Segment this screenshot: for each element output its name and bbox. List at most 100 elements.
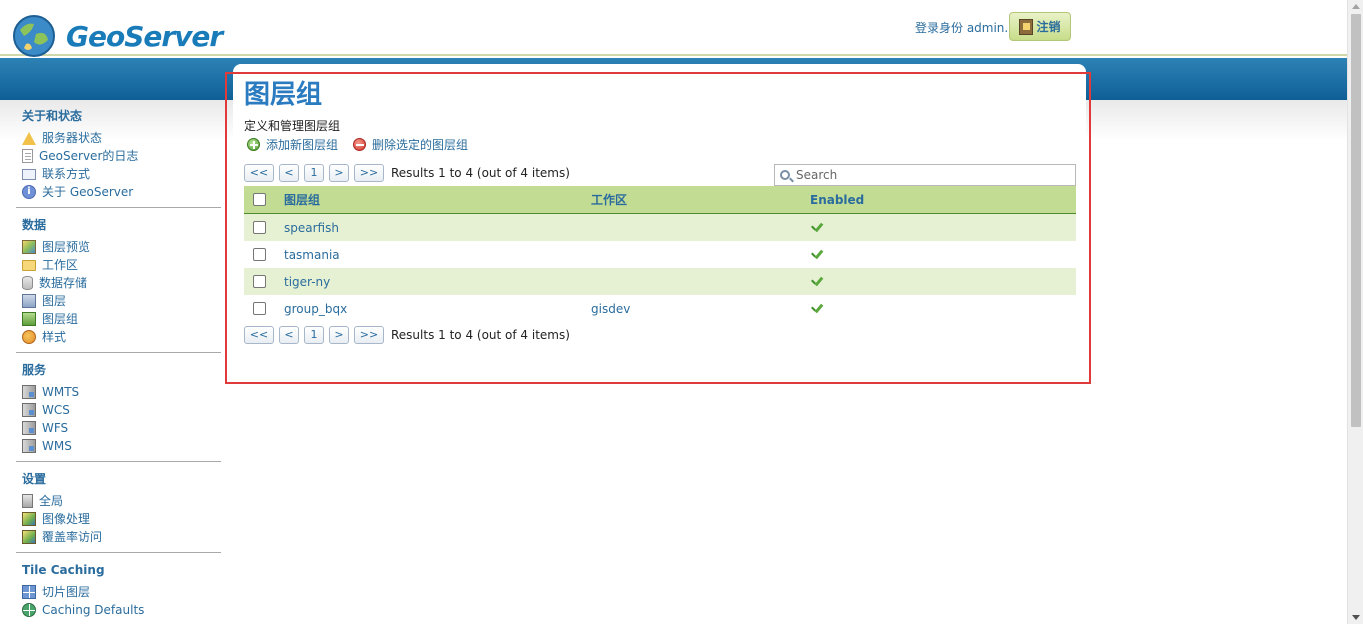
contact-card-icon bbox=[22, 168, 36, 180]
sidebar-item-workspaces[interactable]: 工作区 bbox=[22, 256, 221, 274]
sidebar-item-server-status[interactable]: 服务器状态 bbox=[22, 129, 221, 147]
last-page-button[interactable]: >> bbox=[354, 326, 384, 344]
remove-layer-groups-link[interactable]: 删除选定的图层组 bbox=[353, 136, 468, 153]
sidebar-item-wms[interactable]: WMS bbox=[22, 437, 221, 455]
vertical-scrollbar[interactable] bbox=[1347, 0, 1363, 624]
enabled-cell bbox=[810, 248, 1076, 262]
sidebar-item-label: WMTS bbox=[42, 385, 80, 399]
sidebar-item-image-processing[interactable]: 图像处理 bbox=[22, 510, 221, 528]
sidebar-heading: 数据 bbox=[22, 218, 47, 232]
column-header-enabled[interactable]: Enabled bbox=[810, 193, 1076, 207]
sidebar-item-tile-layers[interactable]: 切片图层 bbox=[22, 583, 221, 601]
warning-icon bbox=[22, 131, 36, 145]
next-page-button[interactable]: > bbox=[329, 164, 349, 182]
row-checkbox[interactable] bbox=[253, 221, 266, 234]
sidebar-item-label: 服务器状态 bbox=[42, 131, 103, 145]
search-box bbox=[774, 164, 1076, 186]
column-header-layer-group[interactable]: 图层组 bbox=[284, 191, 591, 208]
row-select-cell bbox=[244, 221, 284, 234]
sidebar-item-label: WCS bbox=[42, 403, 70, 417]
table-row: group_bqx gisdev bbox=[244, 295, 1076, 322]
logout-button[interactable]: 注销 bbox=[1009, 12, 1071, 41]
page-1-button[interactable]: 1 bbox=[304, 326, 324, 344]
login-status: 登录身份 admin. bbox=[915, 21, 1009, 35]
scroll-thumb[interactable] bbox=[1351, 14, 1361, 427]
sidebar-item-layer-preview[interactable]: 图层预览 bbox=[22, 238, 221, 256]
tile-grid-icon bbox=[22, 585, 36, 599]
sidebar-heading: 关于和状态 bbox=[22, 109, 83, 123]
next-page-button[interactable]: > bbox=[329, 326, 349, 344]
enabled-cell bbox=[810, 221, 1076, 235]
layer-group-name-link[interactable]: group_bqx bbox=[284, 302, 591, 316]
sidebar-group-about: 关于和状态 服务器状态 GeoServer的日志 联系方式 i 关于 GeoSer… bbox=[16, 107, 221, 208]
logout-door-icon bbox=[1019, 18, 1034, 35]
sidebar-item-logs[interactable]: GeoServer的日志 bbox=[22, 147, 221, 165]
first-page-button[interactable]: << bbox=[244, 326, 274, 344]
sidebar: 关于和状态 服务器状态 GeoServer的日志 联系方式 i 关于 GeoSer… bbox=[16, 107, 221, 624]
image-processing-icon bbox=[22, 512, 36, 526]
sidebar-item-wcs[interactable]: WCS bbox=[22, 401, 221, 419]
column-header-workspace[interactable]: 工作区 bbox=[591, 191, 810, 208]
style-palette-icon bbox=[22, 330, 36, 344]
database-icon bbox=[22, 276, 33, 290]
sidebar-heading: 服务 bbox=[22, 363, 47, 377]
sidebar-item-contact[interactable]: 联系方式 bbox=[22, 165, 221, 183]
map-preview-icon bbox=[22, 240, 36, 254]
last-page-button[interactable]: >> bbox=[354, 164, 384, 182]
sidebar-item-styles[interactable]: 样式 bbox=[22, 328, 221, 346]
sidebar-item-wmts[interactable]: WMTS bbox=[22, 383, 221, 401]
global-settings-icon bbox=[22, 494, 33, 508]
sidebar-item-label: 图层预览 bbox=[42, 240, 91, 254]
add-layer-group-label: 添加新图层组 bbox=[266, 138, 339, 152]
logout-label: 注销 bbox=[1036, 20, 1061, 34]
sidebar-group-settings: 设置 全局 图像处理 覆盖率访问 bbox=[16, 470, 221, 553]
add-layer-group-link[interactable]: 添加新图层组 bbox=[247, 136, 338, 153]
sidebar-item-layer-groups[interactable]: 图层组 bbox=[22, 310, 221, 328]
enabled-cell bbox=[810, 275, 1076, 289]
remove-layer-groups-label: 删除选定的图层组 bbox=[372, 138, 469, 152]
sidebar-item-coverage-access[interactable]: 覆盖率访问 bbox=[22, 528, 221, 546]
workspace-link[interactable]: gisdev bbox=[591, 302, 810, 316]
scroll-down-arrow-icon[interactable] bbox=[1352, 615, 1360, 620]
sidebar-item-label: 全局 bbox=[39, 494, 64, 508]
sidebar-item-caching-defaults[interactable]: Caching Defaults bbox=[22, 601, 221, 619]
row-checkbox[interactable] bbox=[253, 248, 266, 261]
table-row: tasmania bbox=[244, 241, 1076, 268]
select-all-checkbox[interactable] bbox=[253, 193, 266, 206]
sidebar-item-stores[interactable]: 数据存储 bbox=[22, 274, 221, 292]
sidebar-item-label: 图层组 bbox=[42, 312, 79, 326]
sidebar-item-wfs[interactable]: WFS bbox=[22, 419, 221, 437]
page-1-button[interactable]: 1 bbox=[304, 164, 324, 182]
enabled-cell bbox=[810, 302, 1076, 316]
layer-group-name-link[interactable]: tiger-ny bbox=[284, 275, 591, 289]
layer-group-name-link[interactable]: spearfish bbox=[284, 221, 591, 235]
sidebar-item-layers[interactable]: 图层 bbox=[22, 292, 221, 310]
row-checkbox[interactable] bbox=[253, 275, 266, 288]
sidebar-item-label: 图像处理 bbox=[42, 512, 91, 526]
prev-page-button[interactable]: < bbox=[279, 326, 299, 344]
service-icon bbox=[22, 385, 36, 399]
service-icon bbox=[22, 403, 36, 417]
search-input[interactable] bbox=[796, 168, 1056, 182]
layer-group-icon bbox=[22, 312, 36, 326]
sidebar-heading: 设置 bbox=[22, 472, 47, 486]
row-select-cell bbox=[244, 302, 284, 315]
globe-icon bbox=[22, 603, 36, 617]
sidebar-item-label: WMS bbox=[42, 439, 72, 453]
sidebar-item-about[interactable]: i 关于 GeoServer bbox=[22, 183, 221, 201]
first-page-button[interactable]: << bbox=[244, 164, 274, 182]
layer-group-name-link[interactable]: tasmania bbox=[284, 248, 591, 262]
coverage-access-icon bbox=[22, 530, 36, 544]
prev-page-button[interactable]: < bbox=[279, 164, 299, 182]
scroll-up-arrow-icon[interactable] bbox=[1352, 4, 1360, 9]
sidebar-group-tile-caching: Tile Caching 切片图层 Caching Defaults bbox=[16, 561, 221, 624]
layer-groups-table: 图层组 工作区 Enabled spearfish tasmania tiger… bbox=[244, 186, 1076, 322]
checkmark-icon bbox=[810, 275, 824, 289]
table-row: tiger-ny bbox=[244, 268, 1076, 295]
pager-top: << < 1 > >> Results 1 to 4 (out of 4 ite… bbox=[244, 164, 570, 182]
sidebar-item-label: Caching Defaults bbox=[42, 603, 145, 617]
folder-icon bbox=[22, 259, 36, 271]
row-checkbox[interactable] bbox=[253, 302, 266, 315]
sidebar-item-global[interactable]: 全局 bbox=[22, 492, 221, 510]
row-select-cell bbox=[244, 248, 284, 261]
